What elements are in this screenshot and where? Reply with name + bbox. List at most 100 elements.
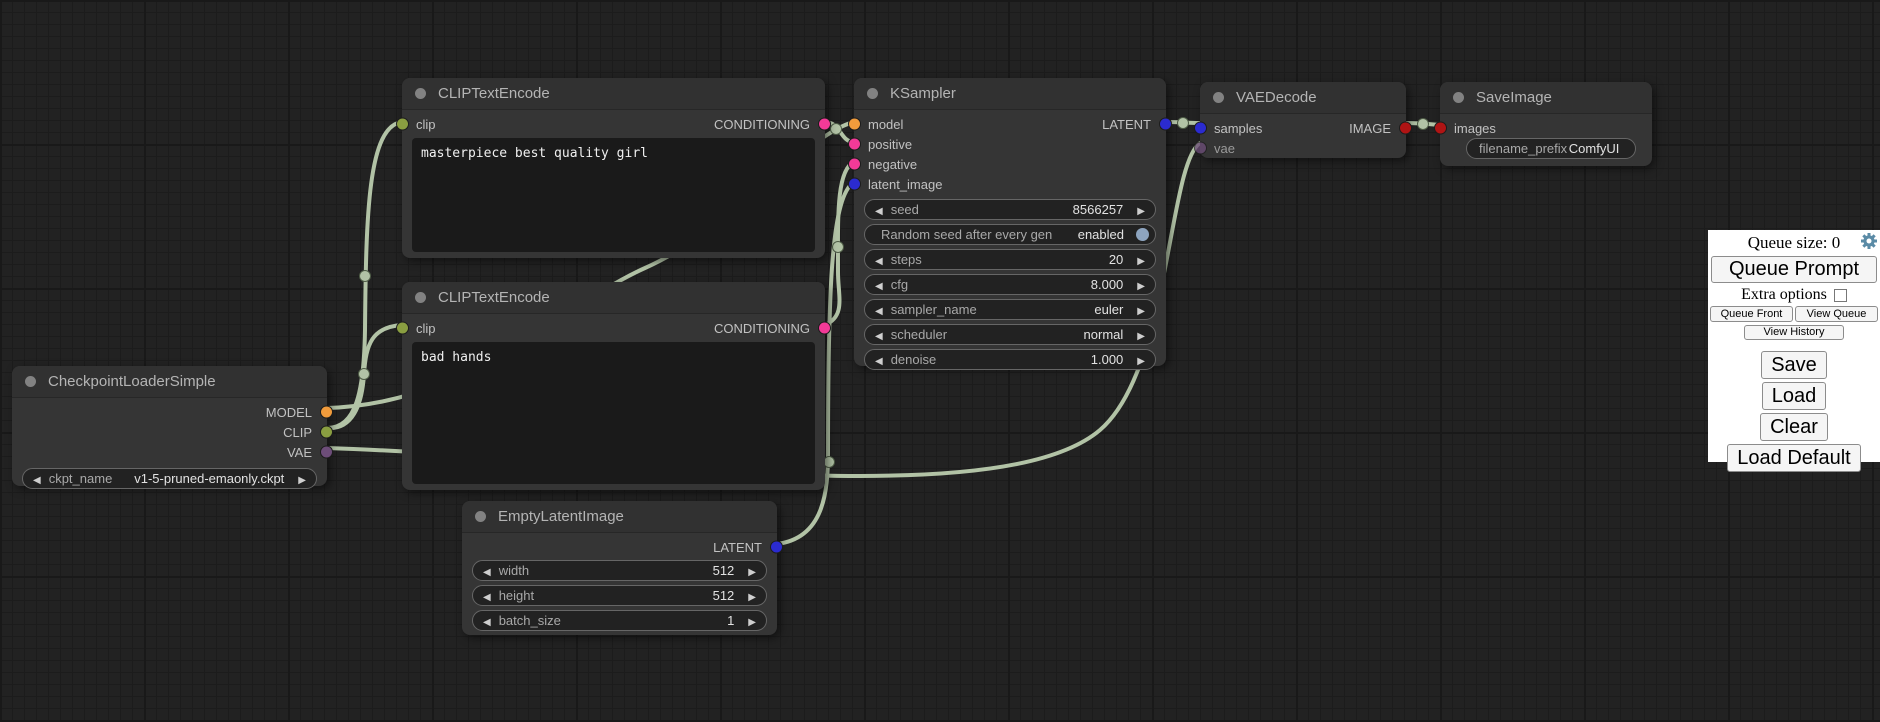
- collapse-dot-icon[interactable]: [1453, 92, 1464, 103]
- node-ksampler[interactable]: KSampler model LATENT positive negative …: [854, 78, 1166, 366]
- decrement-arrow-icon[interactable]: [473, 613, 499, 628]
- negative-input-port[interactable]: [849, 159, 860, 170]
- vae-input-port[interactable]: [1195, 143, 1206, 154]
- collapse-dot-icon[interactable]: [25, 376, 36, 387]
- latent-output-port[interactable]: [771, 542, 782, 553]
- model-input-port[interactable]: [849, 119, 860, 130]
- widget-filename-prefix[interactable]: filename_prefix ComfyUI: [1466, 138, 1636, 159]
- decrement-arrow-icon[interactable]: [23, 471, 49, 486]
- widget-value: 20: [1109, 252, 1129, 267]
- output-label: CONDITIONING: [714, 117, 810, 132]
- vae-output-port[interactable]: [321, 447, 332, 458]
- decrement-arrow-icon[interactable]: [865, 252, 891, 267]
- clip-output-port[interactable]: [321, 427, 332, 438]
- load-default-button[interactable]: Load Default: [1727, 444, 1860, 472]
- node-title-bar[interactable]: KSampler: [854, 78, 1166, 110]
- load-button[interactable]: Load: [1762, 382, 1827, 410]
- positive-input-port[interactable]: [849, 139, 860, 150]
- node-clip-text-encode-negative[interactable]: CLIPTextEncode clip CONDITIONING bad han…: [402, 282, 825, 490]
- input-label: negative: [868, 157, 917, 172]
- increment-arrow-icon[interactable]: [1129, 202, 1155, 217]
- node-vae-decode[interactable]: VAEDecode samples IMAGE vae: [1200, 82, 1406, 158]
- widget-value: 8.000: [1091, 277, 1130, 292]
- conditioning-output-port[interactable]: [819, 323, 830, 334]
- increment-arrow-icon[interactable]: [740, 588, 766, 603]
- widget-value: 512: [713, 563, 741, 578]
- settings-gear-icon[interactable]: [1860, 232, 1878, 250]
- extra-options-checkbox[interactable]: [1834, 289, 1847, 302]
- node-empty-latent-image[interactable]: EmptyLatentImage LATENT width 512 height…: [462, 501, 777, 635]
- decrement-arrow-icon[interactable]: [865, 202, 891, 217]
- node-checkpoint-loader[interactable]: CheckpointLoaderSimple MODEL CLIP VAE ck…: [12, 366, 327, 486]
- collapse-dot-icon[interactable]: [1213, 92, 1224, 103]
- node-title-bar[interactable]: EmptyLatentImage: [462, 501, 777, 533]
- widget-cfg[interactable]: cfg 8.000: [864, 274, 1156, 295]
- samples-input-port[interactable]: [1195, 123, 1206, 134]
- decrement-arrow-icon[interactable]: [473, 563, 499, 578]
- widget-batch-size[interactable]: batch_size 1: [472, 610, 767, 631]
- node-title-bar[interactable]: CLIPTextEncode: [402, 78, 825, 110]
- output-label: LATENT: [713, 540, 762, 555]
- images-input-port[interactable]: [1435, 123, 1446, 134]
- clip-input-port[interactable]: [397, 323, 408, 334]
- decrement-arrow-icon[interactable]: [473, 588, 499, 603]
- widget-label: Random seed after every gen: [865, 227, 1052, 242]
- node-title-bar[interactable]: SaveImage: [1440, 82, 1652, 114]
- collapse-dot-icon[interactable]: [475, 511, 486, 522]
- node-title-bar[interactable]: CheckpointLoaderSimple: [12, 366, 327, 398]
- increment-arrow-icon[interactable]: [1129, 327, 1155, 342]
- view-queue-button[interactable]: View Queue: [1795, 306, 1878, 322]
- widget-scheduler[interactable]: scheduler normal: [864, 324, 1156, 345]
- clear-button[interactable]: Clear: [1760, 413, 1828, 441]
- increment-arrow-icon[interactable]: [1129, 277, 1155, 292]
- input-label: images: [1454, 121, 1496, 136]
- node-save-image[interactable]: SaveImage images filename_prefix ComfyUI: [1440, 82, 1652, 166]
- node-clip-text-encode-positive[interactable]: CLIPTextEncode clip CONDITIONING masterp…: [402, 78, 825, 258]
- node-title-bar[interactable]: VAEDecode: [1200, 82, 1406, 114]
- random-seed-toggle[interactable]: [1136, 228, 1149, 241]
- view-history-button[interactable]: View History: [1744, 325, 1844, 340]
- widget-width[interactable]: width 512: [472, 560, 767, 581]
- input-label: clip: [416, 321, 436, 336]
- collapse-dot-icon[interactable]: [415, 88, 426, 99]
- node-title-bar[interactable]: CLIPTextEncode: [402, 282, 825, 314]
- decrement-arrow-icon[interactable]: [865, 302, 891, 317]
- link-midpoint-dot: [1418, 119, 1429, 130]
- prompt-textarea[interactable]: bad hands: [412, 342, 815, 484]
- comfyui-canvas[interactable]: { "canvas": { "bg": "#222222", "wire_col…: [0, 0, 1880, 722]
- increment-arrow-icon[interactable]: [1129, 352, 1155, 367]
- widget-height[interactable]: height 512: [472, 585, 767, 606]
- model-output-port[interactable]: [321, 407, 332, 418]
- increment-arrow-icon[interactable]: [290, 471, 316, 486]
- link-midpoint-dot: [359, 369, 370, 380]
- widget-sampler-name[interactable]: sampler_name euler: [864, 299, 1156, 320]
- collapse-dot-icon[interactable]: [867, 88, 878, 99]
- queue-front-button[interactable]: Queue Front: [1710, 306, 1793, 322]
- save-button[interactable]: Save: [1761, 351, 1827, 379]
- clip-input-port[interactable]: [397, 119, 408, 130]
- image-output-port[interactable]: [1400, 123, 1411, 134]
- decrement-arrow-icon[interactable]: [865, 327, 891, 342]
- widget-value: normal: [1084, 327, 1130, 342]
- latent-image-input-port[interactable]: [849, 179, 860, 190]
- increment-arrow-icon[interactable]: [740, 613, 766, 628]
- widget-steps[interactable]: steps 20: [864, 249, 1156, 270]
- latent-output-port[interactable]: [1160, 119, 1171, 130]
- input-label: model: [868, 117, 903, 132]
- node-title: CLIPTextEncode: [438, 289, 550, 306]
- increment-arrow-icon[interactable]: [1129, 252, 1155, 267]
- prompt-textarea[interactable]: masterpiece best quality girl: [412, 138, 815, 252]
- widget-denoise[interactable]: denoise 1.000: [864, 349, 1156, 370]
- link-midpoint-dot: [1178, 118, 1189, 129]
- decrement-arrow-icon[interactable]: [865, 352, 891, 367]
- widget-random-seed[interactable]: Random seed after every gen enabled: [864, 224, 1156, 245]
- decrement-arrow-icon[interactable]: [865, 277, 891, 292]
- queue-prompt-button[interactable]: Queue Prompt: [1711, 256, 1877, 283]
- widget-seed[interactable]: seed 8566257: [864, 199, 1156, 220]
- conditioning-output-port[interactable]: [819, 119, 830, 130]
- increment-arrow-icon[interactable]: [740, 563, 766, 578]
- increment-arrow-icon[interactable]: [1129, 302, 1155, 317]
- queue-size-label: Queue size: 0: [1708, 230, 1880, 253]
- collapse-dot-icon[interactable]: [415, 292, 426, 303]
- widget-ckpt-name[interactable]: ckpt_name v1-5-pruned-emaonly.ckpt: [22, 468, 317, 489]
